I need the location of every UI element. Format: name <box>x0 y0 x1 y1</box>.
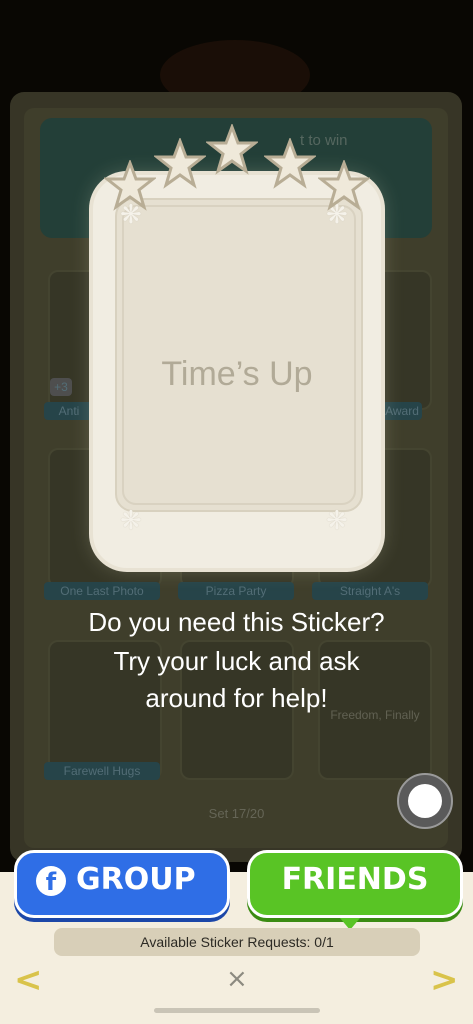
star-icon <box>262 136 318 190</box>
record-dot-icon <box>408 784 442 818</box>
friends-button-label: FRIENDS <box>281 862 429 897</box>
prompt-line-3: around for help! <box>145 683 328 713</box>
facebook-icon: f <box>36 866 66 896</box>
corner-ornament-icon: ❋ <box>326 506 348 536</box>
sticker-status-text: Time’s Up <box>161 355 313 393</box>
home-indicator <box>154 1008 320 1013</box>
screen-record-button[interactable] <box>397 773 453 829</box>
prompt-line-2: Try your luck and ask <box>113 646 360 676</box>
prompt-line-1: Do you need this Sticker? <box>88 607 385 637</box>
star-icon <box>316 158 372 212</box>
next-arrow-icon[interactable]: > <box>430 960 459 1000</box>
prev-arrow-icon[interactable]: < <box>14 960 43 1000</box>
group-button-label: GROUP <box>76 862 196 897</box>
star-icon <box>204 122 260 176</box>
corner-ornament-icon: ❋ <box>120 506 142 536</box>
close-icon[interactable]: × <box>226 964 248 994</box>
star-icon <box>102 158 158 212</box>
sticker-requests-status: Available Sticker Requests: 0/1 <box>54 928 420 956</box>
star-icon <box>152 136 208 190</box>
